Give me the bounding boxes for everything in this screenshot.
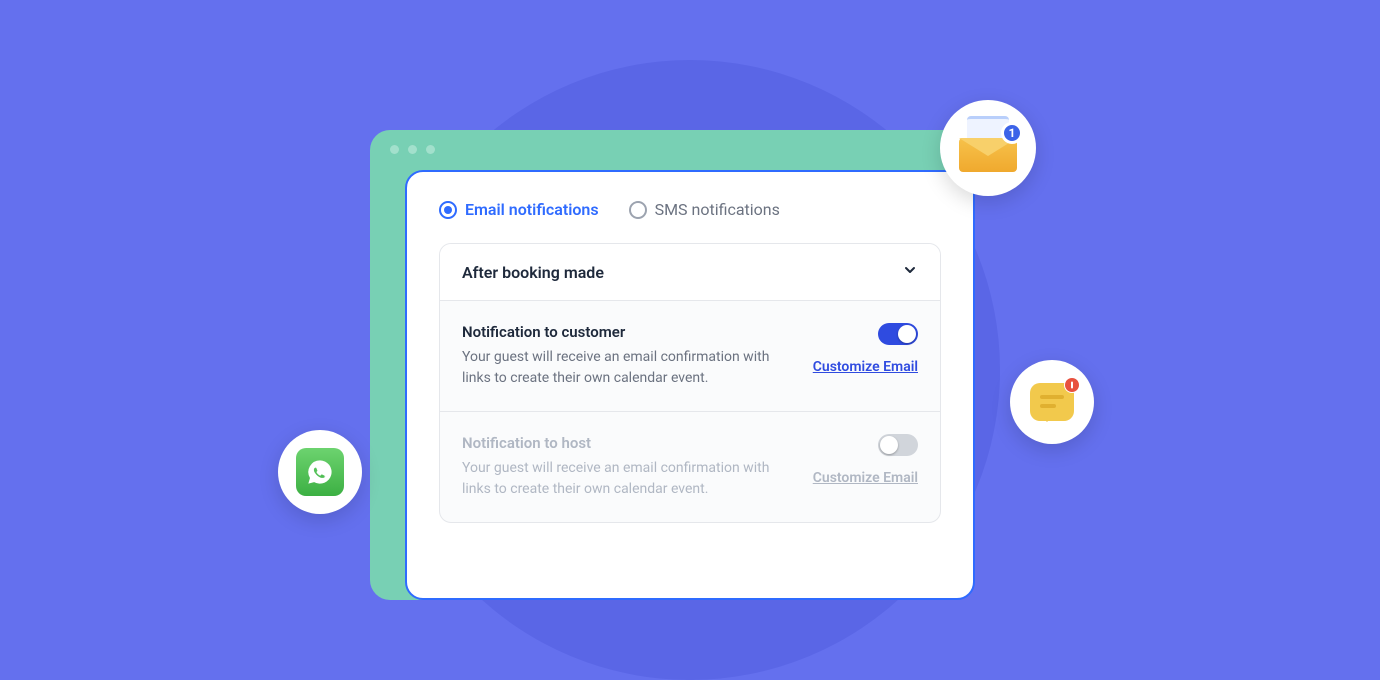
toggle-customer-notification[interactable] [878, 323, 918, 345]
notification-host-row: Notification to host Your guest will rec… [440, 411, 940, 522]
chevron-down-icon [902, 262, 918, 282]
customize-email-link[interactable]: Customize Email [813, 359, 918, 375]
panel-title: After booking made [462, 263, 604, 282]
whatsapp-icon [278, 430, 362, 514]
radio-unselected-icon [629, 201, 647, 219]
notification-title: Notification to host [462, 434, 793, 452]
tab-label: Email notifications [465, 200, 599, 219]
tab-label: SMS notifications [655, 200, 780, 219]
mail-notification-icon: 1 [940, 100, 1036, 196]
notification-title: Notification to customer [462, 323, 793, 341]
window-traffic-lights [370, 130, 970, 169]
panel-header[interactable]: After booking made [440, 244, 940, 301]
tab-sms-notifications[interactable]: SMS notifications [629, 200, 780, 219]
notification-tabs: Email notifications SMS notifications [439, 200, 941, 219]
notification-description: Your guest will receive an email confirm… [462, 347, 793, 389]
toggle-host-notification[interactable] [878, 434, 918, 456]
settings-panel: Email notifications SMS notifications Af… [405, 170, 975, 600]
customize-email-link[interactable]: Customize Email [813, 470, 918, 486]
radio-selected-icon [439, 201, 457, 219]
booking-panel: After booking made Notification to custo… [439, 243, 941, 523]
tab-email-notifications[interactable]: Email notifications [439, 200, 599, 219]
chat-notification-icon [1010, 360, 1094, 444]
notification-description: Your guest will receive an email confirm… [462, 458, 793, 500]
notification-customer-row: Notification to customer Your guest will… [440, 301, 940, 411]
mail-badge-count: 1 [1001, 122, 1023, 144]
chat-alert-badge [1064, 377, 1080, 393]
